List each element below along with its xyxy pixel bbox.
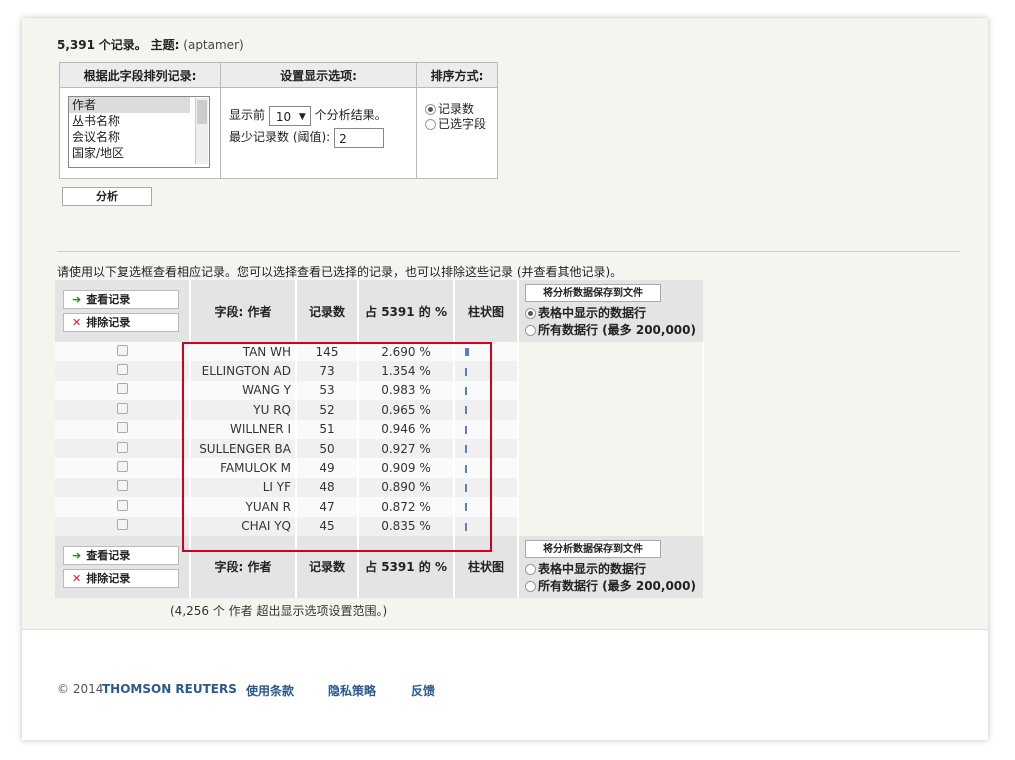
footer: © 2014 THOMSON REUTERS 使用条款 隐私策略 反馈: [22, 630, 988, 740]
save-all-rows-radio-bottom[interactable]: [525, 580, 536, 592]
row-checkbox[interactable]: [116, 422, 128, 434]
listbox-scrollbar[interactable]: [195, 98, 208, 164]
exclude-records-button[interactable]: ✕ 排除记录: [63, 313, 179, 332]
show-suffix: 个分析结果。: [314, 108, 387, 122]
page-frame: 5,391 个记录。 主题: (aptamer) 根据此字段排列记录: 设置显示…: [22, 18, 988, 740]
record-summary: 5,391 个记录。 主题: (aptamer): [57, 36, 244, 53]
row-checkbox[interactable]: [116, 461, 128, 473]
spacer-cell: [518, 342, 704, 362]
arrow-right-icon: ➜: [72, 548, 82, 562]
scrollbar-thumb[interactable]: [197, 100, 207, 124]
exclude-records-button-bottom[interactable]: ✕ 排除记录: [63, 568, 179, 588]
analysis-options-table: 根据此字段排列记录: 设置显示选项: 排序方式: 作者 丛书名称 会议名称 国家…: [59, 62, 498, 179]
row-checkbox[interactable]: [116, 364, 128, 376]
save-table-rows-radio[interactable]: [525, 308, 536, 319]
spacer-cell: [518, 516, 704, 536]
topic-value: (aptamer): [183, 38, 244, 52]
show-count-value: 10: [275, 109, 292, 124]
save-all-rows-label: 所有数据行 (最多 200,000): [538, 578, 696, 593]
instruction-text: 请使用以下复选框查看相应记录。您可以选择查看已选择的记录，也可以排除这些记录 (…: [57, 265, 623, 279]
terms-link[interactable]: 使用条款: [246, 682, 294, 699]
save-all-rows-label: 所有数据行 (最多 200,000): [538, 323, 696, 337]
field-option[interactable]: 会议名称: [69, 129, 209, 145]
view-records-button-bottom[interactable]: ➜ 查看记录: [63, 545, 179, 565]
privacy-link[interactable]: 隐私策略: [328, 682, 376, 699]
spacer-cell: [518, 400, 704, 420]
spacer-cell: [518, 419, 704, 439]
sort-header: 排序方式:: [416, 62, 498, 88]
save-table-rows-radio-bottom[interactable]: [525, 563, 536, 575]
analyze-button[interactable]: 分析: [62, 187, 152, 206]
row-checkbox[interactable]: [116, 402, 128, 414]
save-table-rows-label: 表格中显示的数据行: [538, 306, 647, 320]
spacer-cell: [518, 361, 704, 381]
field-column-header: 字段: 作者: [190, 280, 297, 342]
section-divider: [57, 251, 960, 252]
row-checkbox[interactable]: [116, 519, 128, 531]
bar-column-header: 柱状图: [454, 280, 519, 342]
count-column-header: 记录数: [296, 280, 359, 342]
sort-by-field-radio[interactable]: [425, 119, 436, 130]
arrow-right-icon: ➜: [72, 293, 82, 306]
close-icon: ✕: [72, 316, 82, 329]
spacer-cell: [518, 477, 704, 498]
spacer-cell: [518, 497, 704, 517]
pct-column-header: 占 5391 的 %: [358, 280, 455, 342]
show-count-select[interactable]: 10 ▼: [268, 105, 311, 126]
spacer-cell: [518, 438, 704, 459]
field-option[interactable]: 丛书名称: [69, 113, 209, 129]
field-listbox[interactable]: 作者 丛书名称 会议名称 国家/地区: [68, 96, 210, 168]
spacer-cell: [518, 380, 704, 401]
copyright: © 2014: [57, 682, 104, 696]
save-to-file-button-bottom[interactable]: 将分析数据保存到文件: [525, 539, 661, 558]
feedback-link[interactable]: 反馈: [411, 682, 435, 699]
spacer-cell: [518, 458, 704, 478]
close-icon: ✕: [72, 571, 82, 585]
row-checkbox[interactable]: [116, 383, 128, 395]
rank-field-header: 根据此字段排列记录:: [59, 62, 221, 88]
field-option[interactable]: 国家/地区: [69, 145, 209, 161]
row-checkbox[interactable]: [116, 344, 128, 356]
row-checkbox[interactable]: [116, 441, 128, 453]
record-unit: 个记录。: [98, 38, 147, 52]
sort-by-field-label: 已选字段: [438, 117, 487, 131]
field-option[interactable]: 作者: [69, 97, 190, 113]
record-count: 5,391: [57, 38, 95, 52]
chevron-down-icon: ▼: [298, 111, 306, 122]
show-prefix: 显示前: [229, 108, 266, 122]
save-panel-bottom: 将分析数据保存到文件 表格中显示的数据行 所有数据行 (最多 200,000): [519, 535, 703, 598]
view-records-label: 查看记录: [86, 548, 131, 562]
save-to-file-button[interactable]: 将分析数据保存到文件: [525, 284, 661, 302]
exclude-records-label: 排除记录: [86, 571, 131, 585]
sort-by-count-radio[interactable]: [425, 104, 436, 115]
row-checkbox[interactable]: [116, 499, 128, 511]
beyond-range-note: (4,256 个 作者 超出显示选项设置范围。): [170, 604, 388, 618]
display-options-header: 设置显示选项:: [220, 62, 417, 88]
brand-logo: THOMSON REUTERS: [102, 682, 237, 696]
min-records-label: 最少记录数 (阈值):: [229, 130, 331, 144]
exclude-records-label: 排除记录: [86, 316, 131, 329]
save-panel: 将分析数据保存到文件 表格中显示的数据行 所有数据行 (最多 200,000): [519, 280, 703, 342]
topic-label: 主题:: [150, 38, 180, 52]
view-records-label: 查看记录: [86, 293, 131, 306]
highlight-box: [182, 342, 492, 552]
row-checkbox[interactable]: [116, 480, 128, 492]
save-table-rows-label: 表格中显示的数据行: [538, 561, 647, 576]
save-all-rows-radio[interactable]: [525, 325, 536, 336]
sort-by-count-label: 记录数: [438, 102, 475, 116]
min-records-input[interactable]: 2: [334, 127, 385, 148]
view-records-button[interactable]: ➜ 查看记录: [63, 290, 179, 309]
